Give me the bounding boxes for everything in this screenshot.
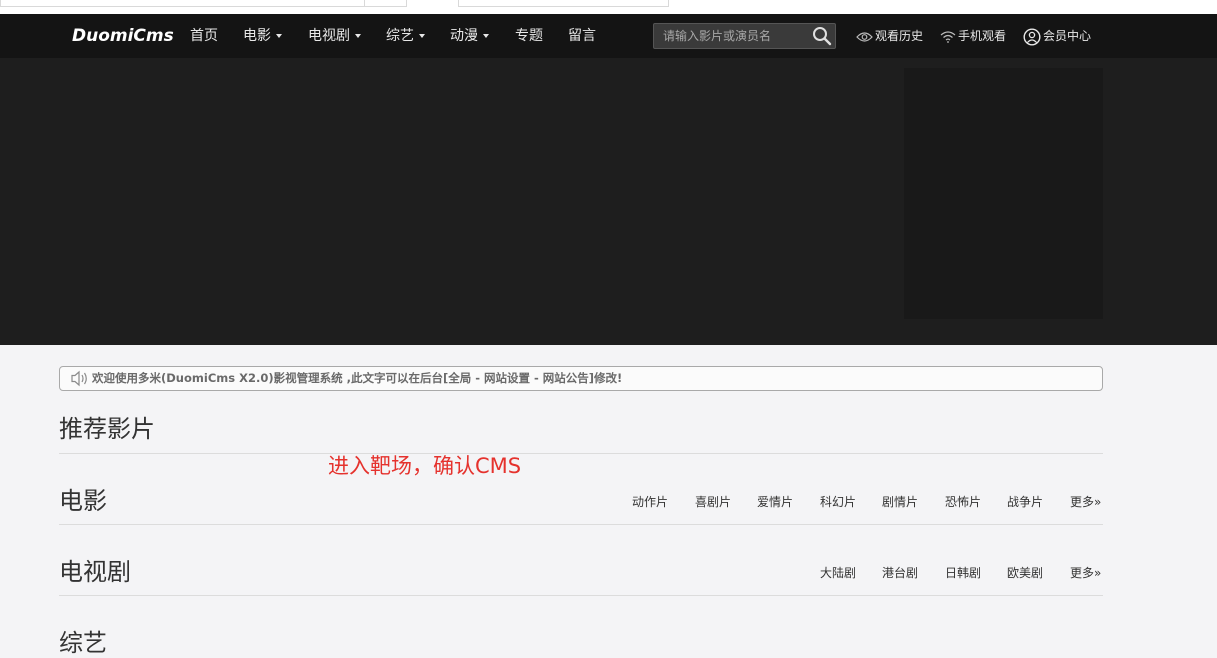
category-link[interactable]: 战争片 xyxy=(1007,493,1043,510)
section-title-recommended: 推荐影片 xyxy=(59,415,155,443)
category-link[interactable]: 喜剧片 xyxy=(695,493,731,510)
banner-side-panel[interactable] xyxy=(904,68,1103,319)
search-box xyxy=(653,23,836,49)
search-input[interactable] xyxy=(654,24,813,48)
nav-item-home[interactable]: 首页 xyxy=(190,14,218,58)
caret-down-icon xyxy=(419,34,425,38)
top-input-box-2 xyxy=(458,0,669,7)
annotation-text: 进入靶场，确认CMS xyxy=(328,454,522,478)
caret-down-icon xyxy=(483,34,489,38)
history-link[interactable]: 观看历史 xyxy=(856,14,923,58)
section-title-variety: 综艺 xyxy=(59,629,107,657)
mobile-link[interactable]: 手机观看 xyxy=(940,14,1006,58)
section-divider xyxy=(59,595,1103,596)
section-divider xyxy=(59,453,1103,454)
category-link[interactable]: 恐怖片 xyxy=(945,493,981,510)
tv-category-links: 大陆剧 港台剧 日韩剧 欧美剧 更多» xyxy=(0,564,1217,580)
nav-item-topics[interactable]: 专题 xyxy=(515,14,543,58)
more-link-tv[interactable]: 更多» xyxy=(1070,564,1101,581)
category-link[interactable]: 港台剧 xyxy=(882,564,918,581)
category-link[interactable]: 大陆剧 xyxy=(820,564,856,581)
category-link[interactable]: 爱情片 xyxy=(757,493,793,510)
nav-item-anime[interactable]: 动漫 xyxy=(450,14,489,58)
nav-item-movies[interactable]: 电影 xyxy=(243,14,282,58)
notice-text: 欢迎使用多米(DuomiCms X2.0)影视管理系统 ,此文字可以在后台[全局… xyxy=(92,371,623,385)
site-notice: 欢迎使用多米(DuomiCms X2.0)影视管理系统 ,此文字可以在后台[全局… xyxy=(59,366,1103,391)
top-strip xyxy=(0,0,1217,14)
site-logo[interactable]: DuomiCms xyxy=(72,14,174,58)
category-link[interactable]: 科幻片 xyxy=(820,493,856,510)
caret-down-icon xyxy=(276,34,282,38)
eye-icon xyxy=(856,31,873,42)
search-button[interactable] xyxy=(811,25,833,47)
nav-item-tv[interactable]: 电视剧 xyxy=(308,14,361,58)
wifi-icon xyxy=(940,30,956,43)
user-circle-icon xyxy=(1023,27,1041,46)
category-link[interactable]: 日韩剧 xyxy=(945,564,981,581)
nav-item-guestbook[interactable]: 留言 xyxy=(568,14,596,58)
hero-banner[interactable] xyxy=(0,58,1217,345)
more-link-movies[interactable]: 更多» xyxy=(1070,493,1101,510)
speaker-icon xyxy=(71,370,87,387)
section-divider xyxy=(59,524,1103,525)
movie-category-links: 动作片 喜剧片 爱情片 科幻片 剧情片 恐怖片 战争片 更多» xyxy=(0,493,1217,509)
category-link[interactable]: 欧美剧 xyxy=(1007,564,1043,581)
navbar: DuomiCms 首页 电影 电视剧 综艺 动漫 专题 留言 观看历史 手机观看 xyxy=(0,14,1217,58)
caret-down-icon xyxy=(355,34,361,38)
category-link[interactable]: 剧情片 xyxy=(882,493,918,510)
top-input-box xyxy=(0,0,407,7)
category-link[interactable]: 动作片 xyxy=(632,493,668,510)
member-center-link[interactable]: 会员中心 xyxy=(1023,14,1091,58)
search-icon xyxy=(813,27,832,46)
nav-item-variety[interactable]: 综艺 xyxy=(386,14,425,58)
